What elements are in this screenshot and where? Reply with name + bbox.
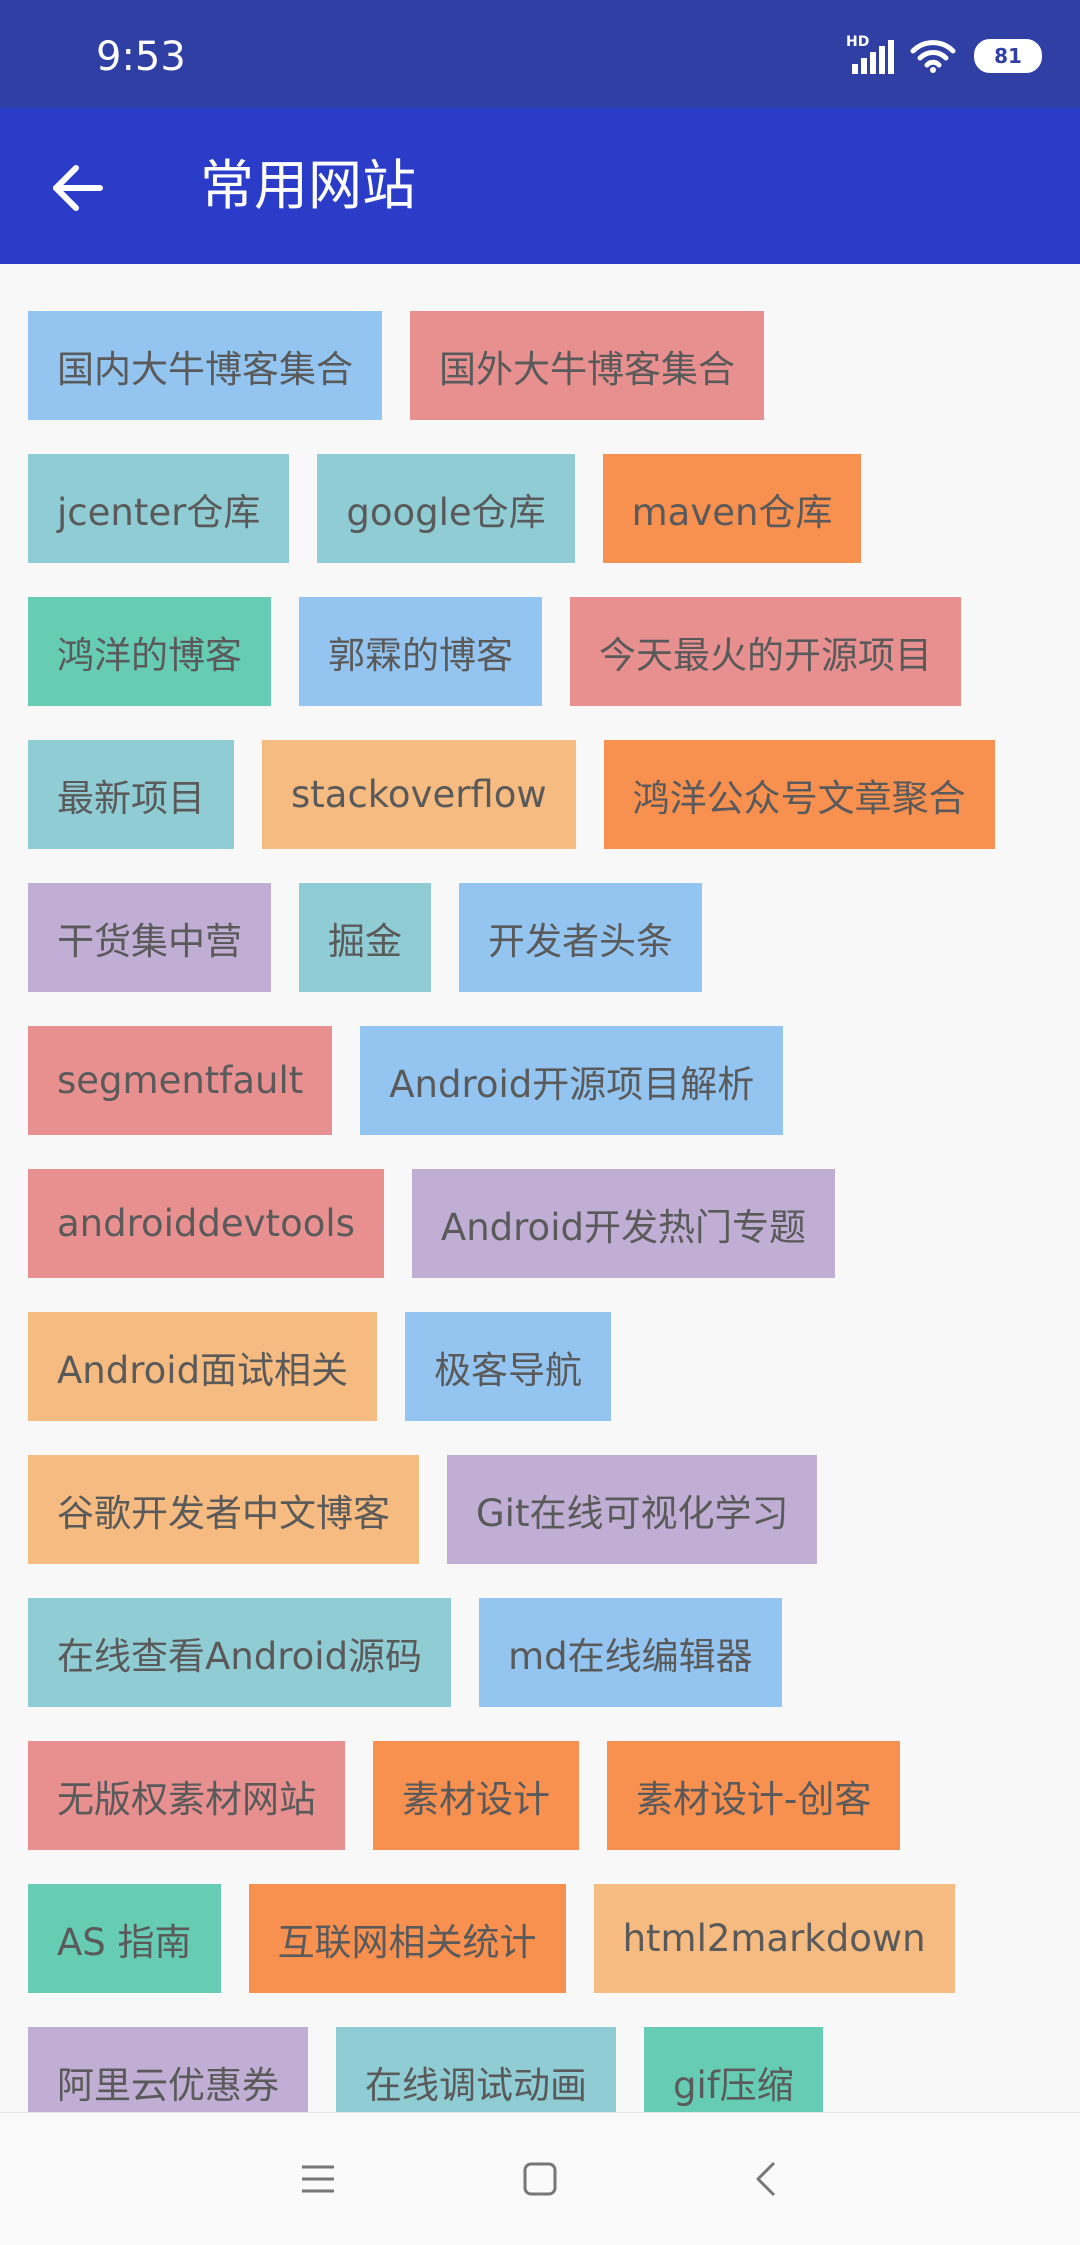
website-tag[interactable]: 最新项目 [28,740,234,849]
website-tag[interactable]: Android面试相关 [28,1312,378,1421]
website-tag[interactable]: 今天最火的开源项目 [570,597,961,706]
website-tag[interactable]: 国外大牛博客集合 [410,311,764,420]
website-tag[interactable]: maven仓库 [602,454,862,563]
website-tag[interactable]: 郭霖的博客 [299,597,542,706]
app-bar: 常用网站 [0,108,1080,264]
website-tag[interactable]: Android开源项目解析 [360,1026,784,1135]
tag-row: 最新项目 stackoverflow 鸿洋公众号文章聚合 [28,740,995,849]
page-title: 常用网站 [200,154,416,217]
website-tag[interactable]: 在线调试动画 [336,2027,616,2112]
website-tag[interactable]: md在线编辑器 [479,1598,782,1707]
website-tag[interactable]: 极客导航 [405,1312,612,1421]
website-tag[interactable]: AS 指南 [28,1884,221,1993]
tag-row: 无版权素材网站 素材设计 素材设计-创客 [28,1741,901,1850]
website-tag[interactable]: segmentfault [28,1026,333,1135]
tag-row: Android面试相关 极客导航 [28,1312,612,1421]
battery-icon: 81 [974,39,1042,73]
tag-row: 谷歌开发者中文博客 Git在线可视化学习 [28,1455,818,1564]
website-tag[interactable]: Android开发热门专题 [411,1169,835,1278]
website-tag[interactable]: 开发者头条 [459,883,702,992]
website-tag[interactable]: 互联网相关统计 [248,1884,566,1993]
tag-row: 鸿洋的博客 郭霖的博客 今天最火的开源项目 [28,597,961,706]
back-chevron-icon[interactable] [744,2155,792,2203]
website-tag[interactable]: jcenter仓库 [28,454,290,563]
website-tag[interactable]: gif压缩 [644,2027,823,2112]
website-tag[interactable]: 无版权素材网站 [28,1741,345,1850]
website-tag[interactable]: google仓库 [317,454,575,563]
home-square-icon[interactable] [516,2155,564,2203]
website-tag[interactable]: 素材设计-创客 [607,1741,901,1850]
website-tag[interactable]: html2markdown [593,1884,955,1993]
tag-row: AS 指南 互联网相关统计 html2markdown [28,1884,955,1993]
tag-row: segmentfault Android开源项目解析 [28,1026,784,1135]
wifi-icon [910,40,956,73]
status-bar: 9:53 HD 81 [0,0,1080,108]
tag-row: 在线查看Android源码 md在线编辑器 [28,1598,782,1707]
status-time: 9:53 [96,34,186,80]
website-tag[interactable]: androiddevtools [28,1169,384,1278]
arrow-left-icon[interactable] [48,156,112,220]
website-tag[interactable]: 阿里云优惠券 [28,2027,308,2112]
tag-row: 阿里云优惠券 在线调试动画 gif压缩 [28,2027,823,2112]
tag-row: jcenter仓库 google仓库 maven仓库 [28,454,862,563]
website-tag-list: 国内大牛博客集合 国外大牛博客集合 jcenter仓库 google仓库 maven仓库… [0,264,1080,2112]
website-tag[interactable]: 鸿洋公众号文章聚合 [603,740,995,849]
website-tag[interactable]: 素材设计 [373,1741,579,1850]
website-tag[interactable]: Git在线可视化学习 [447,1455,818,1564]
website-tag[interactable]: 鸿洋的博客 [28,597,271,706]
website-tag[interactable]: 国内大牛博客集合 [28,311,382,420]
website-tag[interactable]: stackoverflow [262,740,576,849]
status-icons: HD 81 [846,34,1042,78]
tag-row: androiddevtools Android开发热门专题 [28,1169,835,1278]
tag-row: 国内大牛博客集合 国外大牛博客集合 [28,311,764,420]
signal-icon: HD [846,34,894,74]
website-tag[interactable]: 在线查看Android源码 [28,1598,452,1707]
navigation-bar [0,2112,1080,2245]
menu-icon[interactable] [294,2155,342,2203]
website-tag[interactable]: 谷歌开发者中文博客 [28,1455,419,1564]
website-tag[interactable]: 掘金 [299,883,431,992]
tag-row: 干货集中营 掘金 开发者头条 [28,883,702,992]
website-tag[interactable]: 干货集中营 [28,883,271,992]
